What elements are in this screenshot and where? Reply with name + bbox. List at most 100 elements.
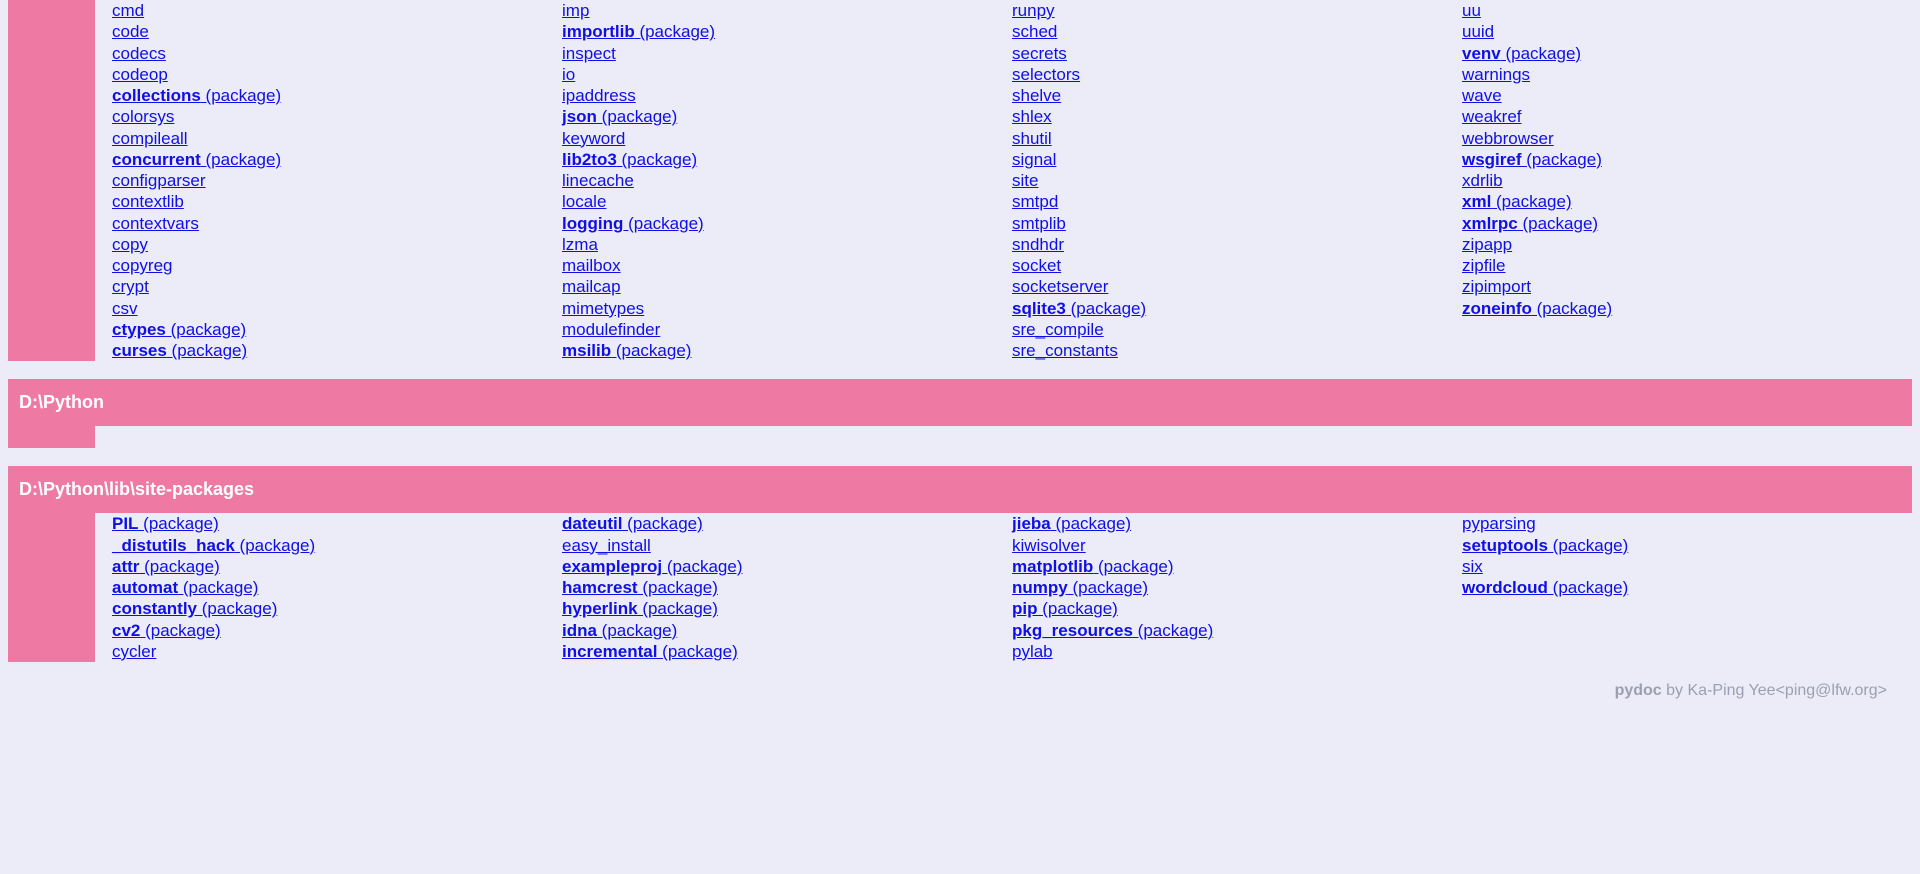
list-item: hyperlink (package) [562,598,1012,619]
module-link-copyreg[interactable]: copyreg [112,256,172,275]
list-item: kiwisolver [1012,535,1462,556]
module-link-sre_compile[interactable]: sre_compile [1012,320,1104,339]
module-link-incremental[interactable]: incremental (package) [562,642,738,661]
module-link-uuid[interactable]: uuid [1462,22,1494,41]
module-link-webbrowser[interactable]: webbrowser [1462,129,1554,148]
module-link-json[interactable]: json (package) [562,107,677,126]
module-link-shutil[interactable]: shutil [1012,129,1052,148]
module-link-compileall[interactable]: compileall [112,129,188,148]
page-scroll-container[interactable]: cmd code codecs codeop collections (package)… [0,0,1920,713]
module-link-modulefinder[interactable]: modulefinder [562,320,660,339]
module-link-crypt[interactable]: crypt [112,277,149,296]
module-link-cycler[interactable]: cycler [112,642,156,661]
module-link-socketserver[interactable]: socketserver [1012,277,1108,296]
module-link-smtplib[interactable]: smtplib [1012,214,1066,233]
module-link-wordcloud[interactable]: wordcloud (package) [1462,578,1628,597]
module-link-_distutils_hack[interactable]: _distutils_hack (package) [112,536,315,555]
module-link-weakref[interactable]: weakref [1462,107,1522,126]
module-link-xdrlib[interactable]: xdrlib [1462,171,1503,190]
module-link-secrets[interactable]: secrets [1012,44,1067,63]
module-link-zoneinfo[interactable]: zoneinfo (package) [1462,299,1612,318]
module-link-signal[interactable]: signal [1012,150,1056,169]
module-link-logging[interactable]: logging (package) [562,214,704,233]
module-link-kiwisolver[interactable]: kiwisolver [1012,536,1086,555]
module-link-jieba[interactable]: jieba (package) [1012,514,1131,533]
package-suffix: (package) [1522,150,1602,169]
module-link-sre_constants[interactable]: sre_constants [1012,341,1118,360]
module-link-code[interactable]: code [112,22,149,41]
module-link-concurrent[interactable]: concurrent (package) [112,150,281,169]
module-link-xmlrpc[interactable]: xmlrpc (package) [1462,214,1598,233]
module-link-easy_install[interactable]: easy_install [562,536,651,555]
module-link-shelve[interactable]: shelve [1012,86,1061,105]
module-link-uu[interactable]: uu [1462,1,1481,20]
module-link-hyperlink[interactable]: hyperlink (package) [562,599,718,618]
module-link-six[interactable]: six [1462,557,1483,576]
module-link-csv[interactable]: csv [112,299,138,318]
module-link-colorsys[interactable]: colorsys [112,107,174,126]
module-link-constantly[interactable]: constantly (package) [112,599,277,618]
module-link-shlex[interactable]: shlex [1012,107,1052,126]
module-link-collections[interactable]: collections (package) [112,86,281,105]
module-link-imp[interactable]: imp [562,1,589,20]
module-link-cv2[interactable]: cv2 (package) [112,621,221,640]
module-link-contextvars[interactable]: contextvars [112,214,199,233]
module-link-configparser[interactable]: configparser [112,171,206,190]
module-link-pylab[interactable]: pylab [1012,642,1053,661]
module-link-lib2to3[interactable]: lib2to3 (package) [562,150,697,169]
module-link-mailbox[interactable]: mailbox [562,256,621,275]
module-link-wave[interactable]: wave [1462,86,1502,105]
module-link-numpy[interactable]: numpy (package) [1012,578,1148,597]
module-link-linecache[interactable]: linecache [562,171,634,190]
module-link-ipaddress[interactable]: ipaddress [562,86,636,105]
module-link-pkg_resources[interactable]: pkg_resources (package) [1012,621,1213,640]
module-link-contextlib[interactable]: contextlib [112,192,184,211]
module-link-site[interactable]: site [1012,171,1038,190]
module-link-automat[interactable]: automat (package) [112,578,258,597]
module-link-codeop[interactable]: codeop [112,65,168,84]
module-link-sndhdr[interactable]: sndhdr [1012,235,1064,254]
module-link-copy[interactable]: copy [112,235,148,254]
module-link-importlib[interactable]: importlib (package) [562,22,715,41]
module-link-socket[interactable]: socket [1012,256,1061,275]
module-link-sqlite3[interactable]: sqlite3 (package) [1012,299,1146,318]
package-suffix: (package) [622,514,702,533]
module-link-mailcap[interactable]: mailcap [562,277,621,296]
module-link-io[interactable]: io [562,65,575,84]
module-link-dateutil[interactable]: dateutil (package) [562,514,703,533]
module-link-inspect[interactable]: inspect [562,44,616,63]
footer-by: by Ka-Ping Yee [1662,682,1776,699]
module-link-msilib[interactable]: msilib (package) [562,341,691,360]
module-link-zipimport[interactable]: zipimport [1462,277,1531,296]
module-link-curses[interactable]: curses (package) [112,341,247,360]
module-link-selectors[interactable]: selectors [1012,65,1080,84]
module-link-mimetypes[interactable]: mimetypes [562,299,644,318]
module-link-keyword[interactable]: keyword [562,129,625,148]
module-link-pyparsing[interactable]: pyparsing [1462,514,1536,533]
module-link-lzma[interactable]: lzma [562,235,598,254]
module-link-cmd[interactable]: cmd [112,1,144,20]
list-item: easy_install [562,535,1012,556]
module-link-ctypes[interactable]: ctypes (package) [112,320,246,339]
module-link-matplotlib[interactable]: matplotlib (package) [1012,557,1174,576]
module-link-codecs[interactable]: codecs [112,44,166,63]
module-link-venv[interactable]: venv (package) [1462,44,1581,63]
module-link-PIL[interactable]: PIL (package) [112,514,219,533]
module-link-exampleproj[interactable]: exampleproj (package) [562,557,742,576]
module-link-hamcrest[interactable]: hamcrest (package) [562,578,718,597]
module-link-attr[interactable]: attr (package) [112,557,220,576]
module-link-warnings[interactable]: warnings [1462,65,1530,84]
module-link-setuptools[interactable]: setuptools (package) [1462,536,1628,555]
list-item: lzma [562,234,1012,255]
module-link-wsgiref[interactable]: wsgiref (package) [1462,150,1602,169]
module-link-locale[interactable]: locale [562,192,606,211]
list-item: venv (package) [1462,43,1912,64]
module-link-xml[interactable]: xml (package) [1462,192,1572,211]
module-link-runpy[interactable]: runpy [1012,1,1055,20]
module-link-pip[interactable]: pip (package) [1012,599,1118,618]
module-link-zipfile[interactable]: zipfile [1462,256,1505,275]
module-link-idna[interactable]: idna (package) [562,621,677,640]
module-link-sched[interactable]: sched [1012,22,1057,41]
module-link-smtpd[interactable]: smtpd [1012,192,1058,211]
module-link-zipapp[interactable]: zipapp [1462,235,1512,254]
